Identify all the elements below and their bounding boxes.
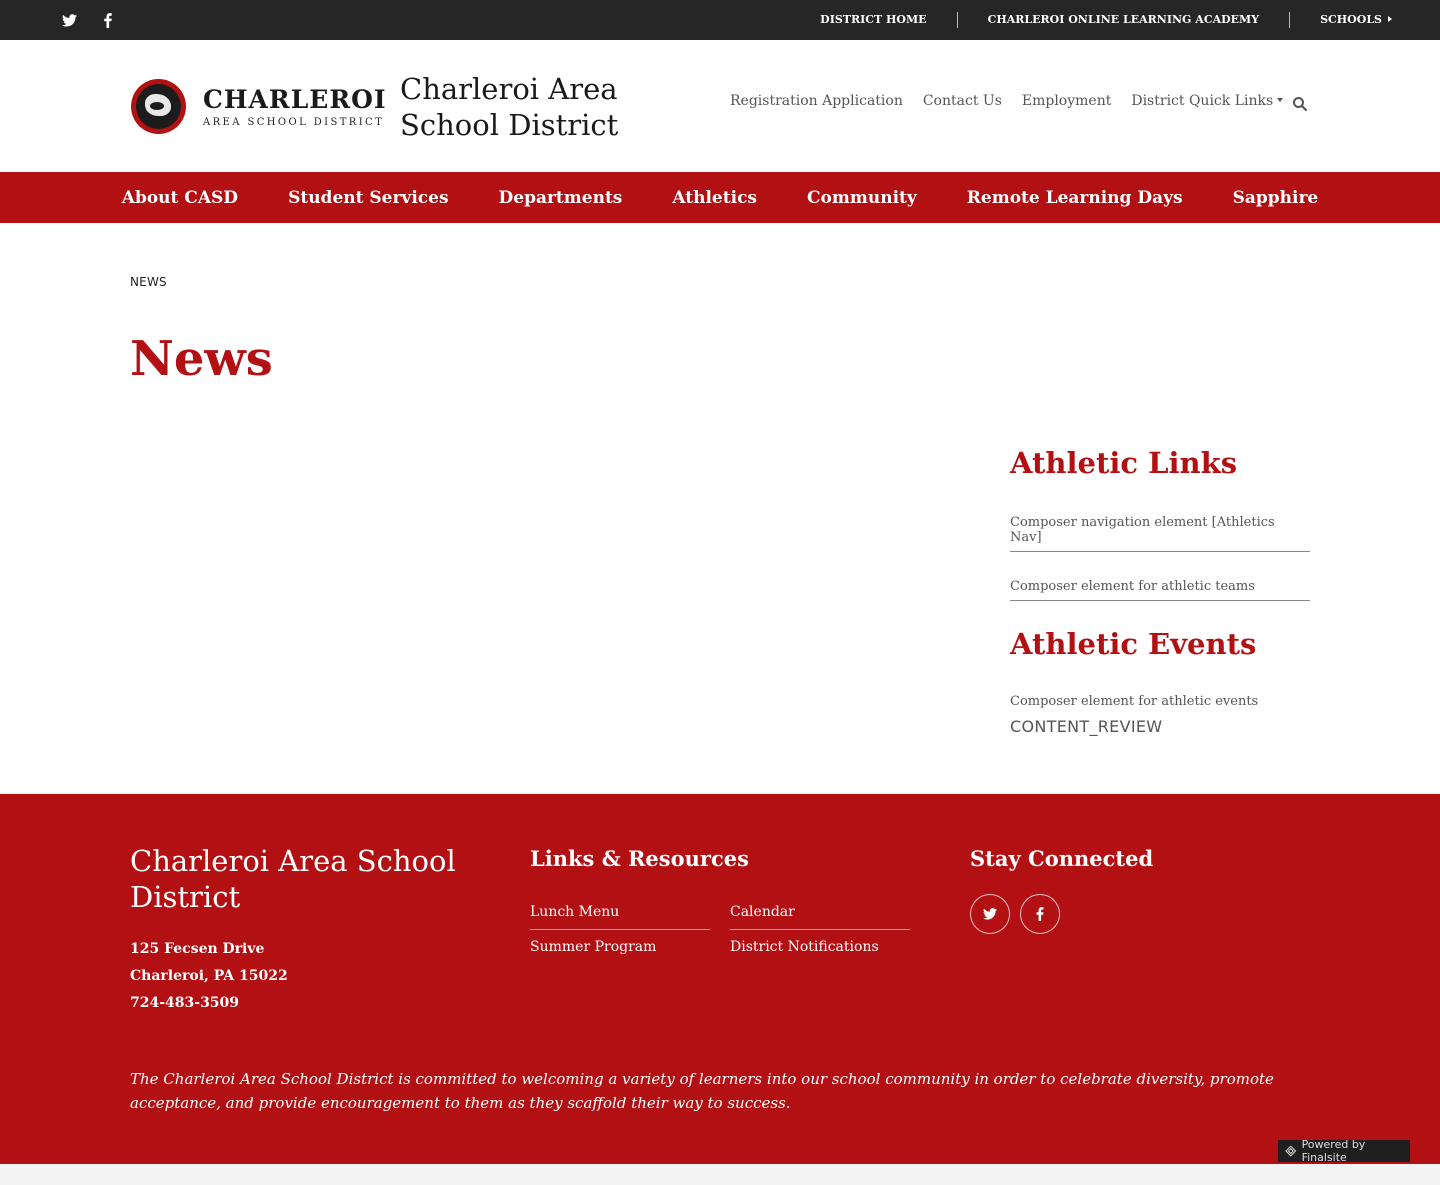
panther-logo-icon[interactable] [131, 79, 186, 134]
online-academy-link[interactable]: CHARLEROI ONLINE LEARNING ACADEMY [956, 12, 1289, 28]
address-city: Charleroi, PA 15022 [130, 968, 288, 984]
athletic-links-heading: Athletic Links [1010, 446, 1238, 480]
district-notifications-link[interactable]: District Notifications [730, 930, 910, 964]
athletic-events-text: Composer element for athletic events [1010, 694, 1259, 709]
nav-about[interactable]: About CASD [97, 188, 263, 208]
quick-links-label: District Quick Links [1131, 93, 1274, 109]
header-nav: Registration Application Contact Us Empl… [730, 93, 1284, 109]
sidebar: Athletic Links Composer navigation eleme… [1010, 443, 1310, 736]
utility-nav: DISTRICT HOME CHARLEROI ONLINE LEARNING … [790, 0, 1392, 40]
powered-by-label: Powered by Finalsite [1301, 1138, 1366, 1164]
page-title: News [130, 331, 273, 387]
site-title[interactable]: Charleroi Area School District [400, 71, 618, 143]
powered-by-badge[interactable]: Powered by Finalsite [1278, 1138, 1410, 1164]
content-review-text: CONTENT_REVIEW [1010, 717, 1163, 736]
nav-student-services[interactable]: Student Services [263, 188, 473, 208]
mission-statement: The Charleroi Area School District is co… [130, 1070, 1274, 1112]
footer-address: 125 Fecsen Drive Charleroi, PA 15022 724… [130, 936, 288, 1017]
main-nav: About CASD Student Services Departments … [0, 172, 1440, 223]
utility-bar: DISTRICT HOME CHARLEROI ONLINE LEARNING … [0, 0, 1440, 40]
links-resources-heading: Links & Resources [530, 846, 749, 871]
athletics-nav-link[interactable]: Composer navigation element [Athletics N… [1010, 515, 1310, 552]
footer-org-name: Charleroi Area School District [130, 844, 456, 914]
search-icon[interactable] [1292, 96, 1308, 112]
contact-link[interactable]: Contact Us [923, 93, 1002, 109]
address-street: 125 Fecsen Drive [130, 941, 265, 957]
footer-twitter-icon[interactable] [970, 894, 1010, 934]
nav-remote-learning[interactable]: Remote Learning Days [942, 188, 1208, 208]
caret-down-icon [1277, 98, 1284, 102]
athletic-teams-link[interactable]: Composer element for athletic teams [1010, 579, 1310, 601]
schools-link[interactable]: SCHOOLS [1289, 12, 1392, 28]
nav-departments[interactable]: Departments [474, 188, 648, 208]
site-title-line2: School District [400, 108, 619, 142]
employment-link[interactable]: Employment [1022, 93, 1111, 109]
main-content: NEWS News Athletic Links Composer naviga… [0, 223, 1440, 794]
logo-subtitle: AREA SCHOOL DISTRICT [203, 117, 385, 128]
nav-sapphire[interactable]: Sapphire [1208, 188, 1344, 208]
twitter-icon[interactable] [62, 0, 77, 40]
district-home-link[interactable]: DISTRICT HOME [790, 12, 956, 28]
summer-program-link[interactable]: Summer Program [530, 930, 710, 964]
site-footer: Charleroi Area School District 125 Fecse… [0, 794, 1440, 1164]
footer-links: Lunch Menu Calendar Summer Program Distr… [530, 898, 910, 964]
nav-athletics[interactable]: Athletics [647, 188, 782, 208]
quick-links-dropdown[interactable]: District Quick Links [1131, 93, 1284, 109]
nav-community[interactable]: Community [782, 188, 942, 208]
facebook-icon[interactable] [104, 0, 112, 40]
athletic-events-heading: Athletic Events [1010, 627, 1257, 661]
logo-wordmark[interactable]: CHARLEROI AREA SCHOOL DISTRICT [203, 85, 387, 129]
site-header: CHARLEROI AREA SCHOOL DISTRICT Charleroi… [0, 40, 1440, 172]
schools-label: SCHOOLS [1320, 13, 1382, 26]
site-title-line1: Charleroi Area [400, 72, 618, 106]
page-bottom-strip [0, 1164, 1440, 1185]
caret-right-icon [1388, 16, 1392, 22]
calendar-link[interactable]: Calendar [730, 898, 910, 930]
lunch-menu-link[interactable]: Lunch Menu [530, 898, 710, 930]
registration-link[interactable]: Registration Application [730, 93, 903, 109]
footer-facebook-icon[interactable] [1020, 894, 1060, 934]
breadcrumb: NEWS [130, 275, 167, 289]
logo-name: CHARLEROI [203, 85, 387, 114]
phone-link[interactable]: 724-483-3509 [130, 995, 239, 1011]
finalsite-logo-icon [1285, 1145, 1297, 1157]
stay-connected-heading: Stay Connected [970, 846, 1154, 871]
